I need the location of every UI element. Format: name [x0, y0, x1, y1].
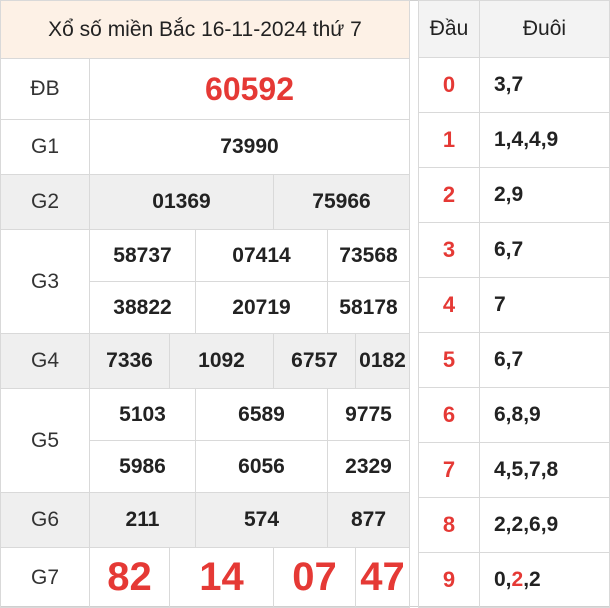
results-table: Xổ số miền Bắc 16-11-2024 thứ 7 ĐB 60592… — [0, 0, 411, 608]
loto-row: 1 1,4,4,9 — [418, 112, 610, 168]
loto-head: 1 — [418, 112, 480, 168]
loto-tail: 4,5,7,8 — [479, 442, 610, 498]
loto-row: 3 6,7 — [418, 222, 610, 278]
prize-number: 58178 — [326, 281, 411, 334]
results-title: Xổ số miền Bắc 16-11-2024 thứ 7 — [0, 0, 411, 59]
loto-head: 0 — [418, 57, 480, 113]
loto-tail-part: ,2 — [523, 568, 541, 591]
prize-number: 01369 — [89, 174, 274, 230]
prize-row-g7: G7 82 14 07 47 — [0, 547, 411, 608]
loto-tail: 1,4,4,9 — [479, 112, 610, 168]
prize-row-g4: G4 7336 1092 6757 0182 — [0, 333, 411, 389]
prize-row-g1: G1 73990 — [0, 119, 411, 175]
prize-label-g6: G6 — [0, 492, 90, 548]
loto-tail-part: 0, — [494, 568, 512, 591]
prize-number: 6589 — [195, 388, 328, 441]
prize-number: 0182 — [354, 333, 411, 389]
prize-label-g7: G7 — [0, 547, 90, 608]
prize-number: 5986 — [89, 440, 196, 493]
prize-number: 9775 — [326, 388, 411, 441]
loto-row: 4 7 — [418, 277, 610, 333]
loto-row: 0 3,7 — [418, 57, 610, 113]
loto-head-header: Đầu — [418, 0, 480, 58]
prize-number: 574 — [195, 492, 328, 548]
prize-number: 211 — [89, 492, 196, 548]
prize-label-g1: G1 — [0, 119, 90, 175]
prize-number: 2329 — [326, 440, 411, 493]
loto-head: 4 — [418, 277, 480, 333]
loto-tail-header: Đuôi — [479, 0, 610, 58]
loto-tail: 6,7 — [479, 222, 610, 278]
prize-number: 07414 — [195, 229, 328, 282]
prize-label-g5: G5 — [0, 388, 90, 493]
prize-number: 07 — [273, 547, 356, 608]
loto-row: 2 2,9 — [418, 167, 610, 223]
loto-row: 7 4,5,7,8 — [418, 442, 610, 498]
loto-row: 8 2,2,6,9 — [418, 497, 610, 553]
prize-number: 877 — [326, 492, 411, 548]
prize-number: 20719 — [195, 281, 328, 334]
loto-tail: 7 — [479, 277, 610, 333]
prize-row-db: ĐB 60592 — [0, 58, 411, 120]
loto-row: 9 0,2,2 — [418, 552, 610, 608]
loto-tail: 6,8,9 — [479, 387, 610, 443]
prize-number: 73990 — [88, 119, 411, 175]
loto-tail: 2,9 — [479, 167, 610, 223]
prize-number: 75966 — [272, 174, 411, 230]
loto-tail: 3,7 — [479, 57, 610, 113]
loto-row: 5 6,7 — [418, 332, 610, 388]
loto-head: 3 — [418, 222, 480, 278]
prize-number: 7336 — [89, 333, 170, 389]
loto-tail: 0,2,2 — [479, 552, 610, 608]
prize-number: 6757 — [273, 333, 356, 389]
prize-label-db: ĐB — [0, 58, 90, 120]
loto-head: 6 — [418, 387, 480, 443]
prize-number: 38822 — [89, 281, 196, 334]
special-prize-number: 60592 — [88, 58, 411, 120]
loto-table: Đầu Đuôi 0 3,7 1 1,4,4,9 2 2,9 3 6,7 4 7… — [418, 0, 610, 608]
prize-number: 47 — [354, 547, 411, 608]
prize-label-g4: G4 — [0, 333, 90, 389]
prize-number: 82 — [89, 547, 170, 608]
prize-number: 1092 — [169, 333, 274, 389]
prize-row-g3: G3 58737 07414 73568 — [0, 229, 411, 334]
prize-row-g6: G6 211 574 877 — [0, 492, 411, 548]
prize-number: 73568 — [326, 229, 411, 282]
loto-head: 7 — [418, 442, 480, 498]
prize-row-g5: G5 5103 6589 9775 — [0, 388, 411, 493]
prize-number: 6056 — [195, 440, 328, 493]
prize-label-g2: G2 — [0, 174, 90, 230]
loto-tail-highlight: 2 — [511, 568, 524, 591]
prize-number: 14 — [169, 547, 274, 608]
loto-tail: 2,2,6,9 — [479, 497, 610, 553]
loto-row: 6 6,8,9 — [418, 387, 610, 443]
prize-number: 58737 — [89, 229, 196, 282]
loto-head: 2 — [418, 167, 480, 223]
prize-label-g3: G3 — [0, 229, 90, 334]
loto-head: 5 — [418, 332, 480, 388]
loto-tail: 6,7 — [479, 332, 610, 388]
loto-head: 9 — [418, 552, 480, 608]
prize-row-g2: G2 01369 75966 — [0, 174, 411, 230]
loto-head: 8 — [418, 497, 480, 553]
prize-number: 5103 — [89, 388, 196, 441]
